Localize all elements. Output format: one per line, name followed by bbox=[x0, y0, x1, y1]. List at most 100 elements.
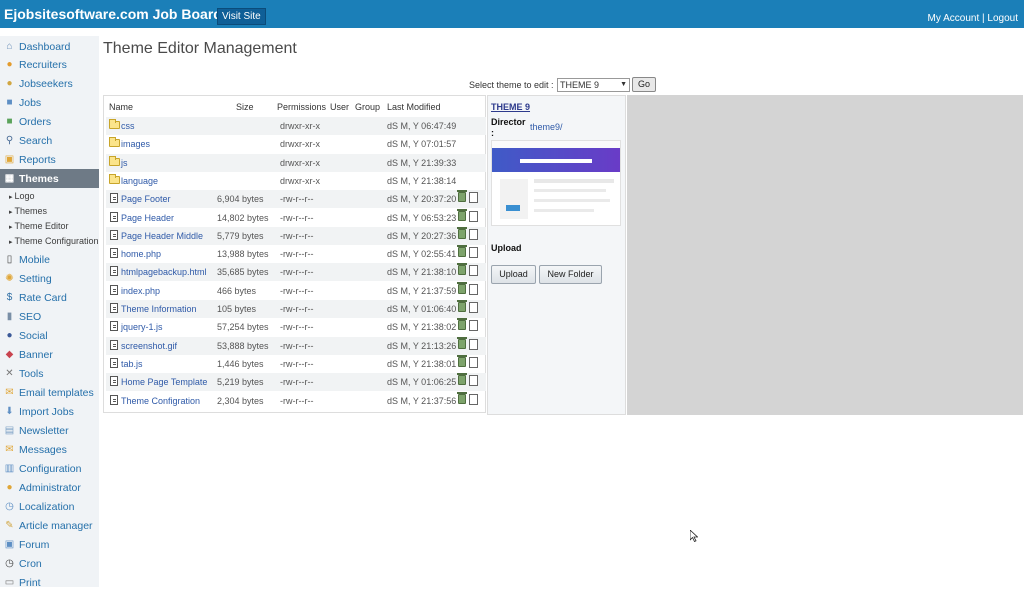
edit-icon[interactable] bbox=[469, 247, 478, 259]
visit-site-button[interactable]: Visit Site bbox=[217, 8, 266, 25]
edit-icon[interactable] bbox=[469, 356, 478, 368]
table-row[interactable]: index.php 466 bytes -rw-r--r-- dS M, Y 21:3… bbox=[106, 281, 486, 300]
file-name-link[interactable]: Home Page Template bbox=[121, 377, 207, 387]
sidebar-item-mobile[interactable]: ▯ Mobile bbox=[0, 250, 99, 269]
director-value[interactable]: theme9/ bbox=[530, 122, 563, 132]
file-permissions: -rw-r--r-- bbox=[280, 358, 314, 369]
theme-select[interactable]: THEME 9 ▼ bbox=[557, 78, 630, 92]
table-row[interactable]: screenshot.gif 53,888 bytes -rw-r--r-- dS M… bbox=[106, 336, 486, 355]
home-icon: ⌂ bbox=[6, 41, 13, 52]
delete-icon[interactable] bbox=[457, 281, 467, 294]
col-header-group: Group bbox=[355, 102, 381, 112]
sidebar-item-jobseekers[interactable]: ● Jobseekers bbox=[0, 74, 99, 93]
table-row[interactable]: Theme Configration 2,304 bytes -rw-r--r-- d… bbox=[106, 391, 486, 410]
sidebar-item-label: Article manager bbox=[19, 519, 93, 532]
file-name-link[interactable]: jquery-1.js bbox=[121, 322, 163, 332]
delete-icon[interactable] bbox=[457, 373, 467, 386]
sidebar-item-import-jobs[interactable]: ⬇ Import Jobs bbox=[0, 402, 99, 421]
orders-icon: ■ bbox=[6, 116, 13, 127]
sidebar-item-themes[interactable]: ▦ Themes bbox=[0, 169, 99, 188]
file-name-link[interactable]: Page Header Middle bbox=[121, 231, 203, 241]
table-row[interactable]: language drwxr-xr-x dS M, Y 21:38:14 bbox=[106, 172, 486, 190]
sidebar-item-configuration[interactable]: ▥ Configuration bbox=[0, 459, 99, 478]
table-row[interactable]: images drwxr-xr-x dS M, Y 07:01:57 bbox=[106, 135, 486, 153]
table-row[interactable]: home.php 13,988 bytes -rw-r--r-- dS M, Y 02… bbox=[106, 245, 486, 263]
sidebar-item-setting[interactable]: ✺ Setting bbox=[0, 269, 99, 288]
sidebar-item-messages[interactable]: ✉ Messages bbox=[0, 440, 99, 459]
sidebar-item-newsletter[interactable]: ▤ Newsletter bbox=[0, 421, 99, 440]
sidebar-item-email-templates[interactable]: ✉ Email templates bbox=[0, 383, 99, 402]
file-name-link[interactable]: js bbox=[121, 158, 128, 168]
new-folder-button[interactable]: New Folder bbox=[539, 265, 602, 284]
theme-link[interactable]: THEME 9 bbox=[491, 102, 530, 112]
file-name-link[interactable]: Theme Information bbox=[121, 304, 197, 314]
delete-icon[interactable] bbox=[457, 263, 467, 276]
table-row[interactable]: Page Header 14,802 bytes -rw-r--r-- dS M, Y… bbox=[106, 208, 486, 227]
edit-icon[interactable] bbox=[469, 228, 478, 240]
file-name-link[interactable]: screenshot.gif bbox=[121, 341, 177, 351]
file-name-link[interactable]: language bbox=[121, 176, 158, 186]
table-row[interactable]: jquery-1.js 57,254 bytes -rw-r--r-- dS M, Y… bbox=[106, 318, 486, 336]
file-name-link[interactable]: index.php bbox=[121, 286, 160, 296]
sidebar-item-forum[interactable]: ▣ Forum bbox=[0, 535, 99, 554]
sidebar-item-localization[interactable]: ◷ Localization bbox=[0, 497, 99, 516]
file-name-link[interactable]: Page Footer bbox=[121, 194, 171, 204]
sidebar-item-banner[interactable]: ◆ Banner bbox=[0, 345, 99, 364]
sidebar-subitem-theme-configuration[interactable]: Theme Configuration bbox=[9, 236, 99, 246]
delete-icon[interactable] bbox=[457, 391, 467, 404]
delete-icon[interactable] bbox=[457, 245, 467, 258]
sidebar-item-article-manager[interactable]: ✎ Article manager bbox=[0, 516, 99, 535]
table-row[interactable]: htmlpagebackup.html 35,685 bytes -rw-r--r-… bbox=[106, 263, 486, 282]
go-button[interactable]: Go bbox=[632, 77, 656, 92]
table-row[interactable]: js drwxr-xr-x dS M, Y 21:39:33 bbox=[106, 153, 486, 172]
sidebar-item-tools[interactable]: ✕ Tools bbox=[0, 364, 99, 383]
sidebar-item-social[interactable]: ● Social bbox=[0, 326, 99, 345]
delete-icon[interactable] bbox=[457, 226, 467, 239]
logout-link[interactable]: Logout bbox=[987, 13, 1018, 24]
table-row[interactable]: Theme Information 105 bytes -rw-r--r-- dS M… bbox=[106, 300, 486, 318]
delete-icon[interactable] bbox=[457, 300, 467, 312]
edit-icon[interactable] bbox=[469, 302, 478, 313]
edit-icon[interactable] bbox=[469, 320, 478, 332]
sidebar-item-jobs[interactable]: ■ Jobs bbox=[0, 93, 99, 112]
sidebar-item-rate-card[interactable]: $ Rate Card bbox=[0, 288, 99, 307]
delete-icon[interactable] bbox=[457, 318, 467, 331]
file-name-link[interactable]: css bbox=[121, 121, 135, 131]
edit-icon[interactable] bbox=[469, 393, 478, 405]
sidebar-item-seo[interactable]: ▮ SEO bbox=[0, 307, 99, 326]
file-name-link[interactable]: images bbox=[121, 139, 150, 149]
edit-icon[interactable] bbox=[469, 338, 478, 350]
delete-icon[interactable] bbox=[457, 354, 467, 367]
sidebar-item-recruiters[interactable]: ● Recruiters bbox=[0, 55, 99, 74]
file-name-link[interactable]: tab.js bbox=[121, 359, 143, 369]
sidebar-item-administrator[interactable]: ● Administrator bbox=[0, 478, 99, 497]
table-row[interactable]: css drwxr-xr-x dS M, Y 06:47:49 bbox=[106, 117, 486, 135]
table-row[interactable]: Page Footer 6,904 bytes -rw-r--r-- dS M, Y … bbox=[106, 190, 486, 209]
table-row[interactable]: Home Page Template 5,219 bytes -rw-r--r-- d… bbox=[106, 373, 486, 392]
sidebar-item-search[interactable]: ⚲ Search bbox=[0, 131, 99, 150]
edit-icon[interactable] bbox=[469, 375, 478, 387]
sidebar-item-cron[interactable]: ◷ Cron bbox=[0, 554, 99, 573]
edit-icon[interactable] bbox=[469, 265, 478, 277]
file-name-link[interactable]: htmlpagebackup.html bbox=[121, 267, 207, 277]
delete-icon[interactable] bbox=[457, 336, 467, 349]
edit-icon[interactable] bbox=[469, 192, 478, 204]
file-name-link[interactable]: Page Header bbox=[121, 213, 174, 223]
sidebar-item-dashboard[interactable]: ⌂ Dashboard bbox=[0, 37, 99, 56]
file-name-link[interactable]: Theme Configration bbox=[121, 396, 200, 406]
my-account-link[interactable]: My Account bbox=[928, 13, 980, 24]
sidebar-item-orders[interactable]: ■ Orders bbox=[0, 112, 99, 131]
delete-icon[interactable] bbox=[457, 208, 467, 221]
table-row[interactable]: tab.js 1,446 bytes -rw-r--r-- dS M, Y 21:38… bbox=[106, 354, 486, 373]
sidebar-item-reports[interactable]: ▣ Reports bbox=[0, 150, 99, 169]
edit-icon[interactable] bbox=[469, 210, 478, 222]
upload-button[interactable]: Upload bbox=[491, 265, 536, 284]
file-name-link[interactable]: home.php bbox=[121, 249, 161, 259]
sidebar-subitem-logo[interactable]: Logo bbox=[9, 191, 35, 201]
edit-icon[interactable] bbox=[469, 283, 478, 295]
sidebar-subitem-theme-editor[interactable]: Theme Editor bbox=[9, 221, 69, 231]
sidebar-item-print[interactable]: ▭ Print bbox=[0, 573, 99, 592]
delete-icon[interactable] bbox=[457, 190, 467, 203]
sidebar-subitem-themes[interactable]: Themes bbox=[9, 206, 48, 216]
table-row[interactable]: Page Header Middle 5,779 bytes -rw-r--r-- d… bbox=[106, 226, 486, 245]
